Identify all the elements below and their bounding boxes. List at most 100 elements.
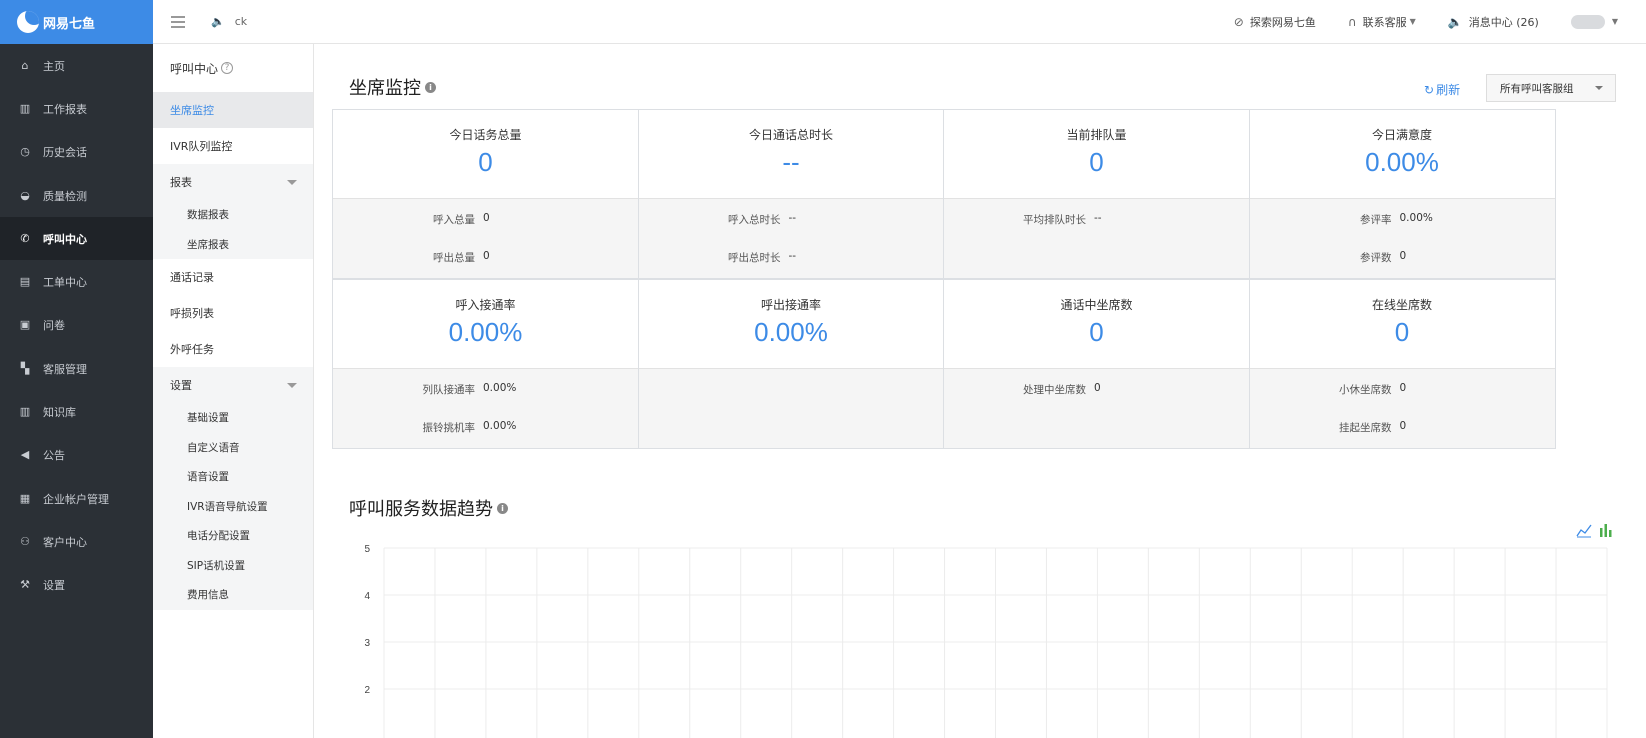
stat-card-details — [638, 368, 944, 448]
stat-detail-label: 列队接通率 — [422, 384, 476, 396]
subnav-item-data-report[interactable]: 数据报表 — [153, 200, 313, 230]
subnav-item-seat-report[interactable]: 坐席报表 — [153, 230, 313, 260]
stat-card: 今日话务总量 0 呼入总量 0 呼出总量 0 — [332, 109, 639, 279]
subnav-item-basic-settings[interactable]: 基础设置 — [153, 403, 313, 433]
subnav-item-custom-voice[interactable]: 自定义语音 — [153, 433, 313, 463]
info-icon[interactable]: i — [425, 81, 436, 93]
stat-detail-value: -- — [788, 212, 797, 224]
subnav-item-seat-monitor[interactable]: 坐席监控 — [153, 92, 313, 128]
headset-icon: ∩ — [1347, 14, 1357, 29]
y-tick-label: 5 — [364, 544, 370, 555]
stat-detail-row: 参评率 0.00% — [1250, 212, 1555, 226]
avatar — [1570, 14, 1605, 29]
help-icon[interactable]: ? — [221, 62, 234, 74]
stat-card-details: 呼入总时长 -- 呼出总时长 -- — [638, 198, 944, 278]
sidebar-item-label: 设置 — [43, 579, 65, 593]
stat-detail-row: 振铃挑机率 0.00% — [333, 420, 638, 434]
stat-label: 呼入接通率 — [455, 298, 516, 312]
refresh-button[interactable]: ↻ 刷新 — [1424, 81, 1460, 98]
stat-value: 0 — [1089, 147, 1104, 177]
sidebar-item-2[interactable]: ◷ 历史会话 — [0, 131, 153, 174]
stat-card-header: 通话中坐席数 0 — [944, 280, 1249, 368]
subnav-item-billing[interactable]: 费用信息 — [153, 580, 313, 610]
stat-detail-label: 呼入总时长 — [728, 214, 781, 226]
announcement[interactable]: 🔈 ck — [211, 15, 247, 28]
subnav-item-missed-list[interactable]: 呼损列表 — [153, 295, 313, 331]
sidebar-item-11[interactable]: ⚇ 客户中心 — [0, 520, 153, 563]
sidebar-item-0[interactable]: ⌂ 主页 — [0, 44, 153, 87]
stat-detail-value: 0 — [1399, 420, 1407, 432]
stat-card-header: 呼出接通率 0.00% — [639, 280, 944, 368]
stat-detail-label: 参评数 — [1360, 252, 1392, 264]
stat-label: 在线坐席数 — [1371, 298, 1432, 312]
subnav-title-text: 呼叫中心 — [170, 61, 219, 76]
sidebar-item-3[interactable]: ◒ 质量检测 — [0, 174, 153, 217]
subnav-item-sip-phone[interactable]: SIP话机设置 — [153, 551, 313, 581]
home-icon: ⌂ — [21, 58, 29, 72]
subnav-item-call-distribution[interactable]: 电话分配设置 — [153, 521, 313, 551]
stat-card: 今日满意度 0.00% 参评率 0.00% 参评数 0 — [1248, 109, 1556, 279]
stat-card-details: 小休坐席数 0 挂起坐席数 0 — [1249, 368, 1555, 448]
trend-title: 呼叫服务数据趋势 i — [349, 495, 508, 521]
chart-type-switch — [1576, 522, 1614, 538]
main-sidebar: 网易七鱼 ⌂ 主页 ▥ 工作报表 ◷ 历史会话 ◒ 质量检测 ✆ 呼叫中心 ▤ 工单中心 ▣ 问卷 ▚ 客服管… — [0, 0, 153, 738]
messages-label: 消息中心 (26) — [1468, 15, 1539, 29]
stat-detail-row: 呼入总量 0 — [333, 212, 638, 226]
stat-label: 今日通话总时长 — [748, 128, 833, 142]
sidebar-item-5[interactable]: ▤ 工单中心 — [0, 260, 153, 303]
info-icon[interactable]: i — [497, 502, 508, 514]
bar-chart-icon[interactable] — [1598, 522, 1614, 538]
user-menu[interactable]: ▼ — [1570, 14, 1618, 29]
sidebar-item-10[interactable]: ▦ 企业帐户管理 — [0, 477, 153, 520]
subnav-item-outbound-tasks[interactable]: 外呼任务 — [153, 331, 313, 367]
subnav-item-settings[interactable]: 设置 — [153, 367, 313, 403]
dashboard-icon: ▚ — [20, 361, 30, 375]
subnav-item-ivr-nav[interactable]: IVR语音导航设置 — [153, 492, 313, 522]
stat-value: 0 — [1089, 317, 1104, 347]
line-chart-icon[interactable] — [1576, 522, 1592, 538]
brand-logo[interactable]: 网易七鱼 — [0, 0, 153, 44]
group-select[interactable]: 所有呼叫客服组 — [1486, 74, 1616, 102]
caret-down-icon — [287, 179, 297, 185]
stat-label: 今日满意度 — [1371, 128, 1432, 142]
message-center-link[interactable]: 🔈 消息中心 (26) — [1448, 14, 1539, 30]
trend-title-text: 呼叫服务数据趋势 — [349, 499, 493, 520]
stat-detail-row: 呼出总量 0 — [333, 250, 638, 264]
stat-detail-label: 呼出总量 — [433, 252, 475, 264]
stat-detail-value: 0.00% — [1399, 212, 1433, 224]
stat-detail-label: 处理中坐席数 — [1023, 384, 1086, 396]
sidebar-item-7[interactable]: ▚ 客服管理 — [0, 347, 153, 390]
sidebar-item-label: 公告 — [43, 449, 65, 463]
sidebar-item-4[interactable]: ✆ 呼叫中心 — [0, 217, 153, 261]
stat-detail-value: 0 — [1399, 250, 1407, 262]
subnav-item-ivr-monitor[interactable]: IVR队列监控 — [153, 128, 313, 164]
sidebar-item-12[interactable]: ⚒ 设置 — [0, 564, 153, 607]
stat-card: 今日通话总时长 -- 呼入总时长 -- 呼出总时长 -- — [637, 109, 945, 279]
subnav-item-call-records[interactable]: 通话记录 — [153, 259, 313, 295]
chevron-down-icon: ▼ — [1409, 17, 1416, 26]
stat-card-header: 今日满意度 0.00% — [1250, 110, 1555, 198]
sidebar-item-label: 主页 — [43, 59, 65, 73]
sidebar-item-1[interactable]: ▥ 工作报表 — [0, 87, 153, 130]
stat-card-details: 参评率 0.00% 参评数 0 — [1249, 198, 1555, 278]
subnav-group-reports: 报表 数据报表 坐席报表 — [153, 164, 313, 259]
contact-support-link[interactable]: ∩ 联系客服 ▼ — [1348, 14, 1416, 30]
stat-detail-row: 呼出总时长 -- — [639, 250, 944, 264]
settings-label: 设置 — [170, 379, 192, 392]
stat-card-details: 处理中坐席数 0 — [944, 368, 1249, 448]
subnav-item-voice-settings[interactable]: 语音设置 — [153, 462, 313, 492]
stat-detail-value: 0 — [1399, 382, 1407, 394]
users-icon: ⚇ — [20, 534, 30, 548]
sidebar-item-8[interactable]: ▥ 知识库 — [0, 390, 153, 433]
subnav-item-reports[interactable]: 报表 — [153, 164, 313, 200]
survey-icon: ▣ — [19, 318, 31, 332]
sidebar-item-6[interactable]: ▣ 问卷 — [0, 304, 153, 347]
sidebar-item-label: 质量检测 — [43, 189, 87, 203]
menu-toggle-icon[interactable] — [171, 15, 185, 28]
explore-link[interactable]: ⊘ 探索网易七鱼 — [1234, 14, 1316, 30]
sidebar-item-9[interactable]: ◀ 公告 — [0, 434, 153, 477]
book-icon: ▥ — [19, 405, 31, 419]
main-content: 坐席监控 i ↻ 刷新 所有呼叫客服组 今日话务总量 0 呼入总量 0 呼出总量 0 今日通… — [314, 44, 1646, 738]
ticket-icon: ▤ — [19, 275, 31, 289]
stat-detail-row: 列队接通率 0.00% — [333, 382, 638, 396]
